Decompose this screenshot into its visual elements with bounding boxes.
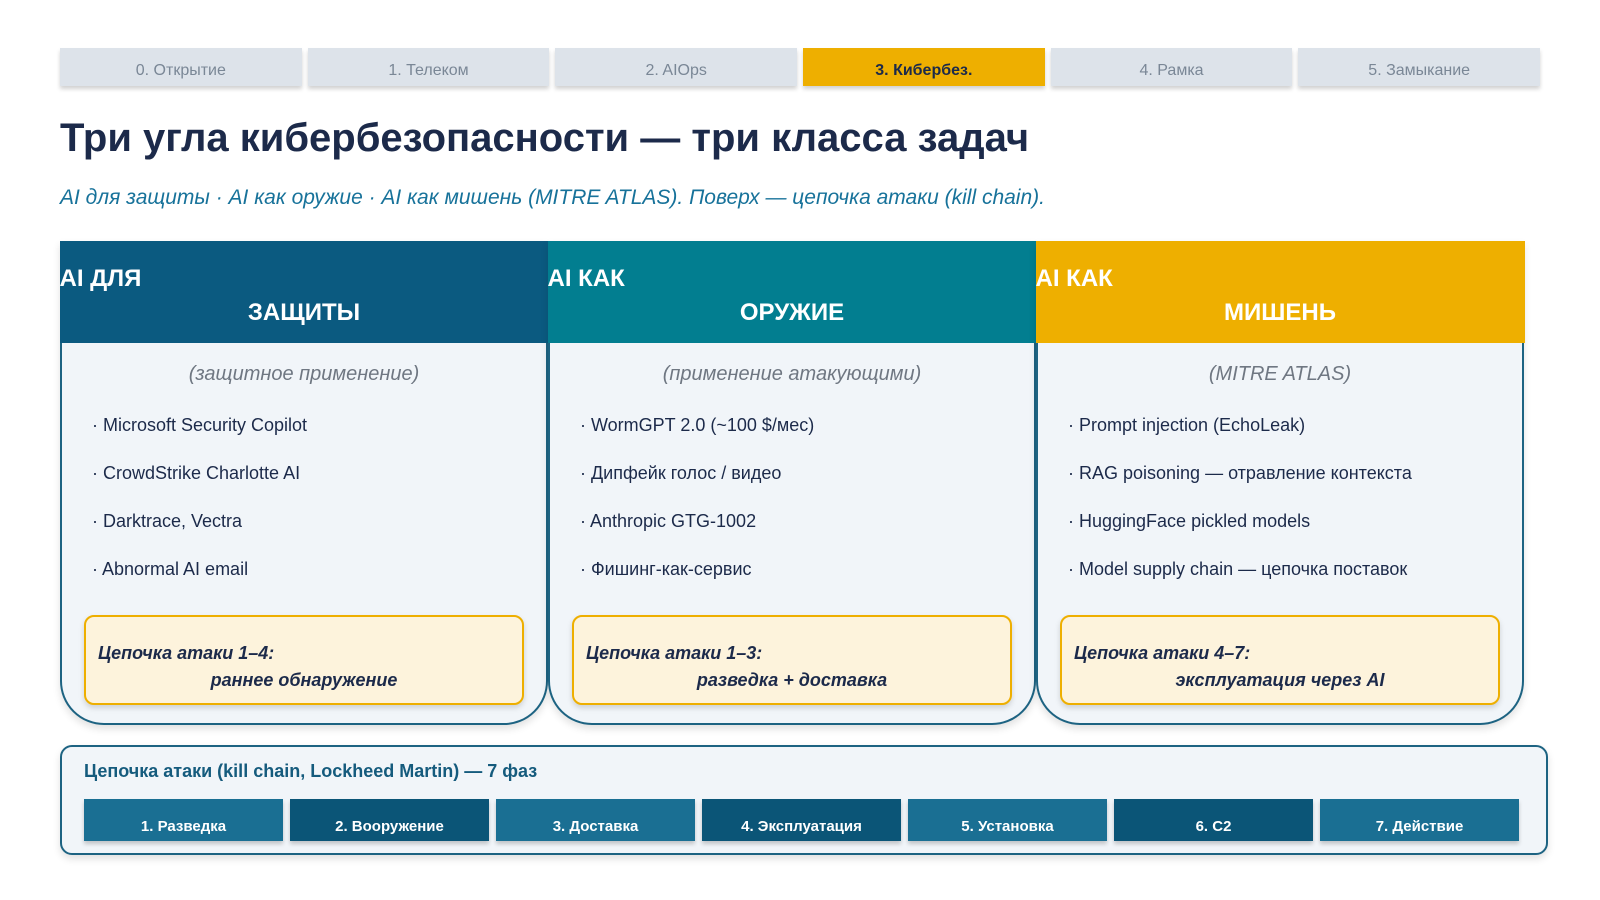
list-item: · Darktrace, Vectra [92, 511, 243, 531]
page-subtitle: AI для защиты · AI как оружие · AI как м… [60, 186, 1045, 209]
card-header-line1: AI КАК [547, 264, 625, 292]
phase-actions: 7. Действие [1320, 799, 1519, 841]
list-item: · Anthropic GTG-1002 [580, 511, 757, 531]
kill-chain-note: Цепочка атаки 1–4: раннее обнаружение [84, 615, 524, 705]
list-item: · Фишинг-как-сервис [580, 559, 752, 579]
tab-opening[interactable]: 0. Открытие [60, 48, 302, 86]
kill-chain-note-title: Цепочка атаки 1–4: [98, 643, 275, 663]
card-header: AI КАК МИШЕНЬ [1035, 240, 1525, 343]
list-item: · HuggingFace pickled models [1068, 511, 1311, 531]
list-item: · Model supply chain — цепочка поставок [1068, 559, 1408, 579]
section-tabs: 0. Открытие 1. Телеком 2. AIOps 3. Кибер… [60, 48, 1541, 86]
phase-weaponization: 2. Вооружение [290, 799, 489, 841]
tab-aiops[interactable]: 2. AIOps [555, 48, 798, 86]
card-header: AI ДЛЯ ЗАЩИТЫ [59, 240, 549, 343]
tab-telecom[interactable]: 1. Телеком [307, 48, 550, 86]
card-list: · Prompt injection (EchoLeak) · RAG pois… [1068, 415, 1412, 607]
phase-installation: 5. Установка [908, 799, 1107, 841]
kill-chain-note: Цепочка атаки 4–7: эксплуатация через AI [1060, 615, 1500, 705]
card-list: · WormGPT 2.0 (~100 $/мес) · Дипфейк гол… [580, 415, 814, 607]
kill-chain-title: Цепочка атаки (kill chain, Lockheed Mart… [84, 761, 538, 781]
tab-cybersecurity[interactable]: 3. Кибербез. [803, 48, 1045, 86]
page-title: Три угла кибербезопасности — три класса … [60, 116, 1030, 160]
card-ai-defense: AI ДЛЯ ЗАЩИТЫ (защитное применение) · Mi… [59, 240, 549, 725]
phase-delivery: 3. Доставка [496, 799, 695, 841]
tab-closing[interactable]: 5. Замыкание [1298, 48, 1541, 86]
list-item: · Prompt injection (EchoLeak) [1068, 415, 1306, 435]
card-subtitle: (защитное применение) [188, 363, 420, 385]
kill-chain-note-title: Цепочка атаки 1–3: [586, 643, 763, 663]
card-subtitle: (MITRE ATLAS) [1208, 363, 1352, 385]
kill-chain-note-text: разведка + доставка [696, 670, 888, 690]
card-subtitle: (применение атакующими) [662, 363, 922, 385]
phase-exploitation: 4. Эксплуатация [702, 799, 901, 841]
card-header-line2: ЗАЩИТЫ [247, 298, 361, 326]
tab-frame[interactable]: 4. Рамка [1050, 48, 1293, 86]
kill-chain-note-text: эксплуатация через AI [1175, 670, 1385, 690]
card-header: AI КАК ОРУЖИЕ [547, 240, 1037, 343]
kill-chain-note-text: раннее обнаружение [210, 670, 398, 690]
card-header-line2: МИШЕНЬ [1224, 298, 1336, 326]
kill-chain-note: Цепочка атаки 1–3: разведка + доставка [572, 615, 1012, 705]
phase-c2: 6. C2 [1114, 799, 1313, 841]
card-header-line2: ОРУЖИЕ [739, 298, 845, 326]
list-item: · Microsoft Security Copilot [92, 415, 308, 435]
card-ai-target: AI КАК МИШЕНЬ (MITRE ATLAS) · Prompt inj… [1035, 240, 1525, 725]
list-item: · Дипфейк голос / видео [580, 463, 782, 483]
kill-chain-phases: 1. Разведка 2. Вооружение 3. Доставка 4.… [84, 799, 1519, 841]
kill-chain-panel: Цепочка атаки (kill chain, Lockheed Mart… [60, 745, 1548, 855]
list-item: · CrowdStrike Charlotte AI [92, 463, 301, 483]
kill-chain-note-title: Цепочка атаки 4–7: [1074, 643, 1251, 663]
list-item: · WormGPT 2.0 (~100 $/мес) [580, 415, 815, 435]
list-item: · Abnormal AI email [92, 559, 249, 579]
card-header-line1: AI КАК [1035, 264, 1113, 292]
phase-reconnaissance: 1. Разведка [84, 799, 283, 841]
list-item: · RAG poisoning — отравление контекста [1068, 463, 1412, 483]
card-header-line1: AI ДЛЯ [59, 264, 142, 292]
card-list: · Microsoft Security Copilot · CrowdStri… [92, 415, 307, 607]
card-ai-weapon: AI КАК ОРУЖИЕ (применение атакующими) · … [547, 240, 1037, 725]
